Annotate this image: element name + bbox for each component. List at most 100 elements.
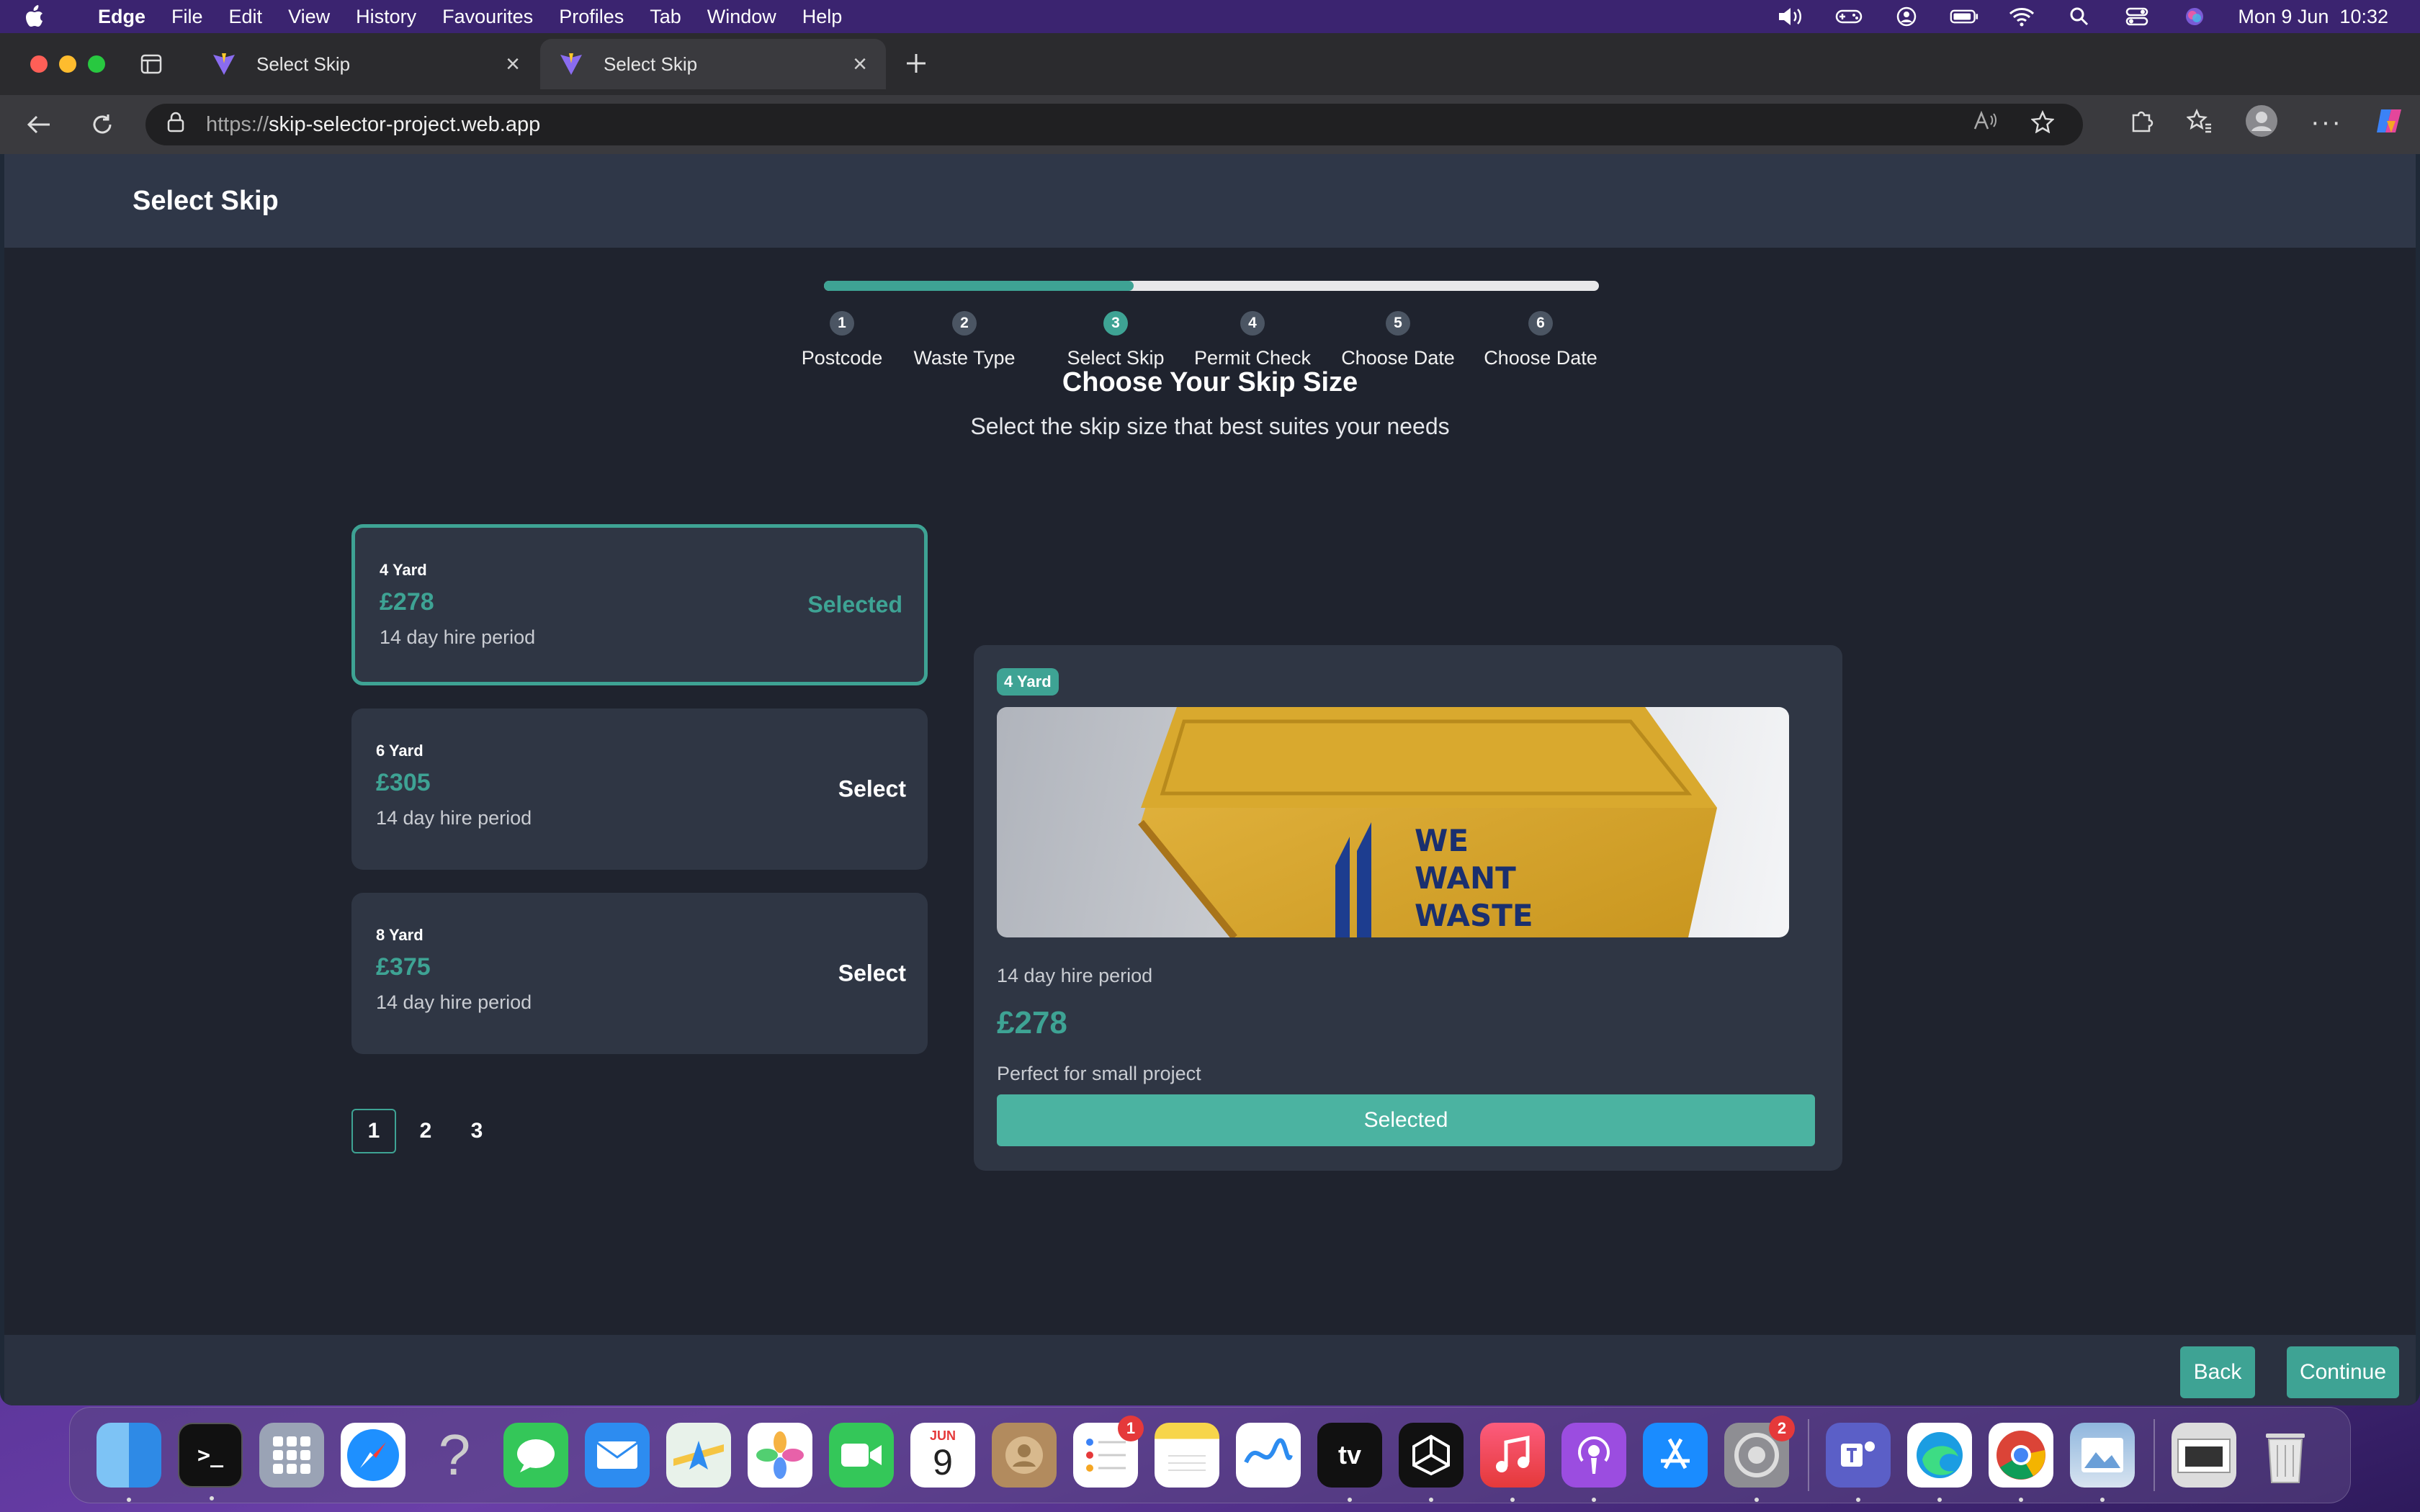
menu-history[interactable]: History	[356, 6, 416, 28]
menu-favourites[interactable]: Favourites	[442, 6, 533, 28]
menu-tab[interactable]: Tab	[650, 6, 681, 28]
skip-card-6-yard[interactable]: 6 Yard £305 14 day hire period Select	[351, 708, 928, 870]
photos-app-icon[interactable]	[748, 1423, 812, 1488]
clock[interactable]: Mon 9 Jun 10:32	[2238, 6, 2388, 28]
pagination-page-2[interactable]: 2	[403, 1109, 448, 1153]
menu-window[interactable]: Window	[707, 6, 776, 28]
chrome-app-icon[interactable]	[1989, 1423, 2053, 1502]
minimize-window-button[interactable]	[59, 55, 76, 73]
game-controller-icon[interactable]	[1834, 6, 1863, 27]
wifi-icon[interactable]	[2007, 6, 2036, 27]
copilot-icon[interactable]	[2374, 105, 2406, 140]
step-permit-check[interactable]: 4 Permit Check	[1180, 311, 1325, 369]
safari-app-icon[interactable]	[341, 1423, 405, 1488]
skip-card-4-yard[interactable]: 4 Yard £278 14 day hire period Selected	[351, 524, 928, 685]
menu-help[interactable]: Help	[802, 6, 843, 28]
progress-fill	[824, 281, 1134, 291]
calendar-app-icon[interactable]: JUN 9	[910, 1423, 975, 1488]
close-tab-icon[interactable]: ×	[853, 50, 867, 78]
skip-select-button[interactable]: Selected	[807, 592, 902, 618]
profile-avatar[interactable]	[2244, 104, 2279, 142]
close-tab-icon[interactable]: ×	[506, 50, 520, 78]
step-number: 2	[952, 311, 977, 336]
extensions-icon[interactable]	[2129, 108, 2155, 138]
step-choose-date-2[interactable]: 6 Choose Date	[1469, 311, 1613, 369]
apple-icon[interactable]	[24, 5, 58, 28]
skip-card-8-yard[interactable]: 8 Yard £375 14 day hire period Select	[351, 893, 928, 1054]
tab-actions-icon[interactable]	[134, 47, 169, 81]
step-select-skip[interactable]: 3 Select Skip	[1044, 311, 1188, 369]
volume-icon[interactable]	[1777, 6, 1806, 27]
skip-detail-panel: 4 Yard WE WANT WASTE 14 day hire period …	[974, 645, 1842, 1171]
skip-size-badge: 4 Yard	[997, 668, 1059, 696]
address-bar[interactable]: https:// skip-selector-project.web.app	[145, 104, 2083, 145]
unknown-app-icon[interactable]: ?	[422, 1423, 487, 1488]
skip-select-button[interactable]: Select	[838, 960, 906, 987]
detail-price: £278	[997, 1005, 1067, 1040]
favorites-list-icon[interactable]	[2186, 108, 2213, 137]
menu-app-name[interactable]: Edge	[98, 6, 145, 28]
reminders-app-icon[interactable]: 1	[1073, 1416, 1144, 1488]
edge-app-icon[interactable]	[1907, 1423, 1972, 1502]
menu-view[interactable]: View	[288, 6, 330, 28]
teams-app-icon[interactable]	[1826, 1423, 1891, 1502]
skip-price: £305	[376, 769, 431, 796]
step-waste-type[interactable]: 2 Waste Type	[892, 311, 1036, 369]
calendar-day: 9	[933, 1442, 953, 1482]
progress-bar	[824, 281, 1599, 291]
pagination-page-3[interactable]: 3	[454, 1109, 499, 1153]
lock-icon[interactable]	[167, 111, 184, 138]
more-options-icon[interactable]: ···	[2311, 107, 2342, 138]
music-app-icon[interactable]	[1480, 1423, 1545, 1502]
favorite-star-icon[interactable]	[2030, 109, 2055, 139]
section-heading: Choose Your Skip Size	[1062, 367, 1358, 397]
skip-select-button[interactable]: Select	[838, 776, 906, 803]
messages-app-icon[interactable]	[503, 1423, 568, 1488]
menu-profiles[interactable]: Profiles	[559, 6, 624, 28]
mail-app-icon[interactable]	[585, 1423, 650, 1488]
reload-icon[interactable]	[82, 104, 122, 145]
preview-app-icon[interactable]	[2070, 1423, 2135, 1502]
dock-separator	[2154, 1419, 2155, 1491]
unity-app-icon[interactable]	[1399, 1423, 1464, 1502]
trash-icon[interactable]	[2253, 1423, 2318, 1488]
terminal-app-icon[interactable]: >_	[178, 1423, 243, 1500]
control-center-icon[interactable]	[2123, 6, 2151, 27]
url-protocol: https://	[206, 112, 269, 136]
vite-favicon-icon	[212, 52, 236, 76]
tab-title: Select Skip	[256, 53, 351, 75]
zoom-window-button[interactable]	[88, 55, 105, 73]
notes-app-icon[interactable]	[1155, 1423, 1219, 1488]
user-account-icon[interactable]	[1892, 6, 1921, 27]
menu-file[interactable]: File	[171, 6, 203, 28]
close-window-button[interactable]	[30, 55, 48, 73]
facetime-app-icon[interactable]	[829, 1423, 894, 1488]
back-arrow-icon[interactable]	[19, 104, 59, 145]
new-tab-icon[interactable]	[900, 48, 932, 79]
finder-app-icon[interactable]	[97, 1423, 161, 1502]
spotlight-search-icon[interactable]	[2065, 6, 2094, 27]
skip-image: WE WANT WASTE	[997, 707, 1789, 937]
detail-selected-button[interactable]: Selected	[997, 1094, 1815, 1146]
siri-icon[interactable]	[2180, 6, 2209, 27]
podcasts-app-icon[interactable]	[1561, 1423, 1626, 1502]
freeform-app-icon[interactable]	[1236, 1423, 1301, 1488]
menu-edit[interactable]: Edit	[229, 6, 263, 28]
system-settings-app-icon[interactable]: 2	[1724, 1416, 1795, 1502]
page-title: Select Skip	[133, 185, 279, 216]
maps-app-icon[interactable]	[666, 1423, 731, 1488]
continue-button[interactable]: Continue	[2287, 1346, 2399, 1398]
app-store-app-icon[interactable]	[1643, 1423, 1708, 1488]
pagination-page-1[interactable]: 1	[351, 1109, 396, 1153]
back-button[interactable]: Back	[2180, 1346, 2255, 1398]
step-number: 3	[1103, 311, 1128, 336]
contacts-app-icon[interactable]	[992, 1423, 1057, 1488]
launchpad-app-icon[interactable]	[259, 1423, 324, 1488]
battery-icon[interactable]	[1950, 6, 1978, 27]
read-aloud-icon[interactable]	[1973, 110, 1998, 139]
downloads-stack-icon[interactable]	[2172, 1423, 2236, 1488]
step-choose-date[interactable]: 5 Choose Date	[1326, 311, 1470, 369]
tab-2-active[interactable]: Select Skip ×	[540, 39, 886, 89]
apple-tv-app-icon[interactable]: tv	[1317, 1423, 1382, 1502]
tab-1[interactable]: Select Skip ×	[193, 39, 539, 89]
